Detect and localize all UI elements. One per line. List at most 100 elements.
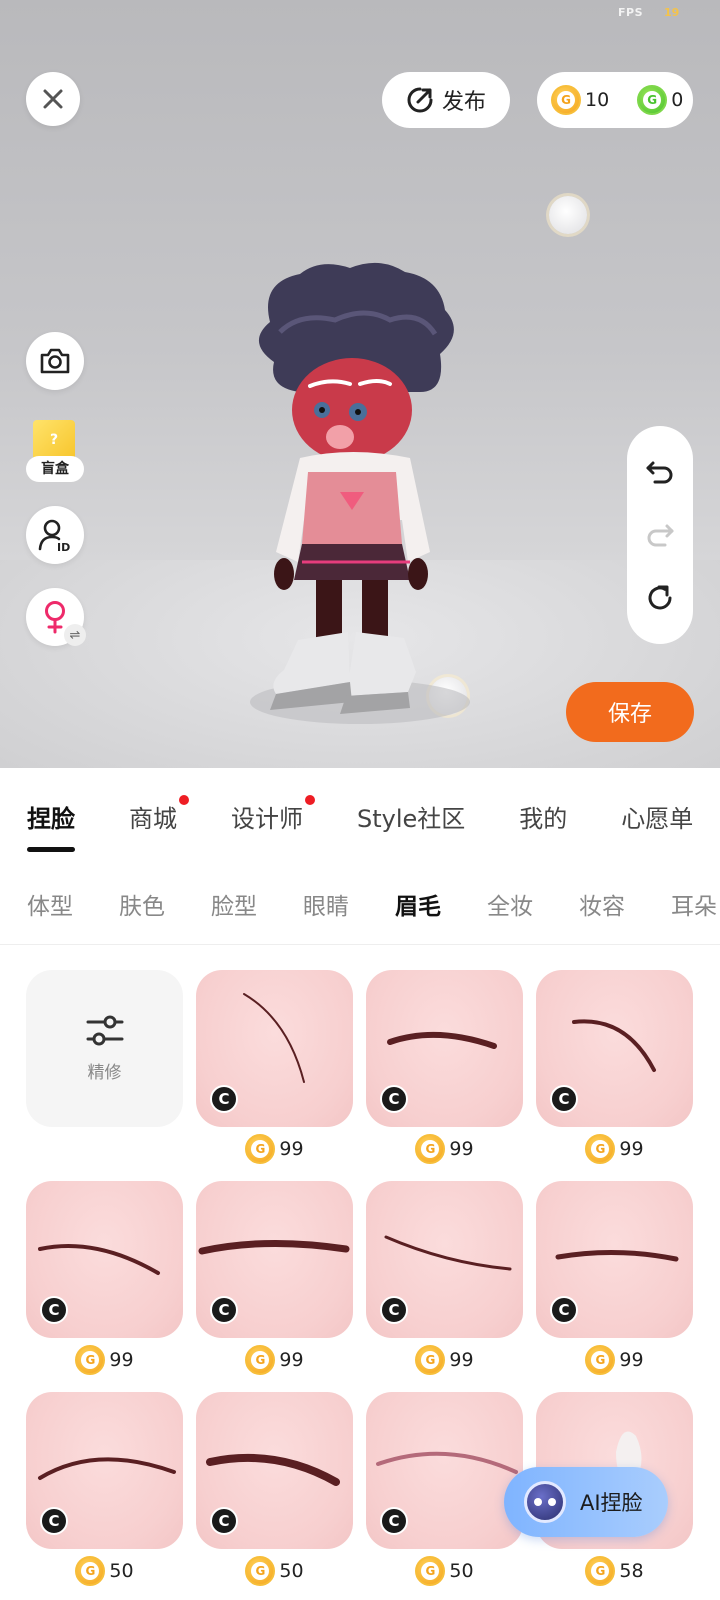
eyebrow-thumbnail[interactable]: C xyxy=(196,1392,353,1549)
gold-coin-icon: G xyxy=(415,1134,446,1164)
gold-coin-icon: G xyxy=(75,1556,106,1586)
main-tab-label: 捏脸 xyxy=(27,804,75,833)
reset-icon[interactable] xyxy=(645,583,675,613)
main-tab-5[interactable]: 心愿单 xyxy=(621,799,693,834)
user-id-icon: ID xyxy=(38,519,70,553)
refine-cell[interactable]: 精修 xyxy=(26,970,183,1181)
creator-badge-icon: C xyxy=(550,1296,578,1324)
creator-badge-icon: C xyxy=(40,1507,68,1535)
eyebrow-item[interactable]: C G 50 xyxy=(26,1392,183,1600)
light-handle-top[interactable] xyxy=(549,196,587,234)
gold-coin-icon: G xyxy=(75,1345,106,1375)
gold-coin-icon: G xyxy=(415,1556,446,1586)
creator-badge-icon: C xyxy=(550,1085,578,1113)
category-tab-2[interactable]: 脸型 xyxy=(211,887,257,921)
category-tab-4[interactable]: 眉毛 xyxy=(395,887,441,921)
creator-badge-icon: C xyxy=(210,1296,238,1324)
item-price: G 99 xyxy=(366,1134,523,1164)
eyebrow-item[interactable]: C G 50 xyxy=(196,1392,353,1600)
eyebrow-item[interactable]: C G 99 xyxy=(196,970,353,1181)
main-tab-label: 商城 xyxy=(129,804,177,833)
eyebrow-item[interactable]: C G 99 xyxy=(366,1181,523,1392)
eyebrow-item[interactable]: C G 50 xyxy=(366,1392,523,1600)
currency-balance[interactable]: G 10 G 0 xyxy=(537,72,693,128)
price-value: 99 xyxy=(449,1349,474,1371)
main-tab-0[interactable]: 捏脸 xyxy=(27,799,75,852)
price-value: 99 xyxy=(279,1349,304,1371)
fps-label: FPS xyxy=(618,6,643,19)
main-tab-bar: 捏脸 商城 设计师 Style社区 我的 心愿单 xyxy=(0,768,720,864)
price-value: 99 xyxy=(619,1349,644,1371)
main-tab-label: Style社区 xyxy=(357,804,466,833)
history-panel xyxy=(627,426,693,644)
eyebrow-item[interactable]: C G 99 xyxy=(536,1181,693,1392)
main-tab-4[interactable]: 我的 xyxy=(519,799,567,834)
avatar-figure[interactable] xyxy=(240,262,470,732)
publish-label: 发布 xyxy=(441,90,486,115)
ai-robot-icon xyxy=(524,1481,566,1523)
creator-badge-icon: C xyxy=(380,1085,408,1113)
eyebrow-thumbnail[interactable]: C xyxy=(196,1181,353,1338)
item-price: G 99 xyxy=(196,1134,353,1164)
gold-coin-icon: G xyxy=(585,1134,616,1164)
eyebrow-item[interactable]: C G 99 xyxy=(536,970,693,1181)
price-value: 58 xyxy=(619,1560,644,1582)
eyebrow-thumbnail[interactable]: C xyxy=(536,970,693,1127)
creator-badge-icon: C xyxy=(210,1085,238,1113)
undo-icon[interactable] xyxy=(645,457,675,487)
camera-button[interactable] xyxy=(26,332,84,390)
eyebrow-thumbnail[interactable]: C xyxy=(366,970,523,1127)
category-tab-7[interactable]: 耳朵 xyxy=(671,887,717,921)
notification-dot xyxy=(305,794,315,805)
price-value: 99 xyxy=(279,1138,304,1160)
gold-coin-icon: G xyxy=(551,85,581,115)
redo-icon[interactable] xyxy=(645,520,675,550)
close-button[interactable] xyxy=(26,72,80,126)
main-tab-1[interactable]: 商城 xyxy=(129,794,189,834)
price-value: 50 xyxy=(449,1560,474,1582)
eyebrow-item[interactable]: C G 99 xyxy=(26,1181,183,1392)
eyebrow-thumbnail[interactable]: C xyxy=(366,1392,523,1549)
eyebrow-thumbnail[interactable]: C xyxy=(26,1392,183,1549)
ai-face-button[interactable]: AI捏脸 xyxy=(504,1467,668,1537)
gold-coin-icon: G xyxy=(245,1345,276,1375)
publish-button[interactable]: 发布 xyxy=(382,72,510,128)
price-value: 50 xyxy=(279,1560,304,1582)
avatar-viewport[interactable]: FPS 19 发布 G 10 G 0 ? 盲盒 ID ⇌ 保存 xyxy=(0,0,720,768)
category-tab-0[interactable]: 体型 xyxy=(27,887,73,921)
eyebrow-thumbnail[interactable]: C xyxy=(196,970,353,1127)
ai-face-label: AI捏脸 xyxy=(580,1491,643,1515)
gender-switch-button[interactable]: ⇌ xyxy=(26,588,86,646)
eyebrow-thumbnail[interactable]: C xyxy=(26,1181,183,1338)
price-value: 50 xyxy=(109,1560,134,1582)
close-icon xyxy=(43,89,63,109)
eyebrow-item[interactable]: C G 99 xyxy=(196,1181,353,1392)
svg-text:ID: ID xyxy=(57,541,70,553)
refine-button[interactable]: 精修 xyxy=(26,970,183,1127)
item-price: G 99 xyxy=(536,1134,693,1164)
main-tab-2[interactable]: 设计师 xyxy=(231,794,315,834)
sliders-icon xyxy=(86,1015,123,1046)
category-tab-5[interactable]: 全妆 xyxy=(487,887,533,921)
blind-box-label: 盲盒 xyxy=(26,456,84,482)
eyebrow-thumbnail[interactable]: C xyxy=(536,1181,693,1338)
save-button[interactable]: 保存 xyxy=(566,682,694,742)
item-price: G 99 xyxy=(196,1345,353,1375)
category-tab-1[interactable]: 肤色 xyxy=(119,887,165,921)
eyebrow-thumbnail[interactable]: C xyxy=(366,1181,523,1338)
category-tab-6[interactable]: 妆容 xyxy=(579,887,625,921)
publish-icon xyxy=(407,87,433,113)
item-price: G 99 xyxy=(26,1345,183,1375)
gold-coin-icon: G xyxy=(245,1556,276,1586)
main-tab-3[interactable]: Style社区 xyxy=(357,799,465,834)
swap-icon: ⇌ xyxy=(64,624,86,646)
creator-badge-icon: C xyxy=(210,1507,238,1535)
id-profile-button[interactable]: ID xyxy=(26,506,84,564)
gold-coin-icon: G xyxy=(585,1345,616,1375)
category-tab-3[interactable]: 眼睛 xyxy=(303,887,349,921)
eyebrow-item[interactable]: C G 99 xyxy=(366,970,523,1181)
creator-badge-icon: C xyxy=(380,1296,408,1324)
green-coin-count: 0 xyxy=(671,89,684,111)
category-tab-bar: 体型 肤色 脸型 眼睛 眉毛 全妆 妆容 耳朵 xyxy=(0,864,720,944)
blind-box-button[interactable]: ? 盲盒 xyxy=(26,420,84,482)
